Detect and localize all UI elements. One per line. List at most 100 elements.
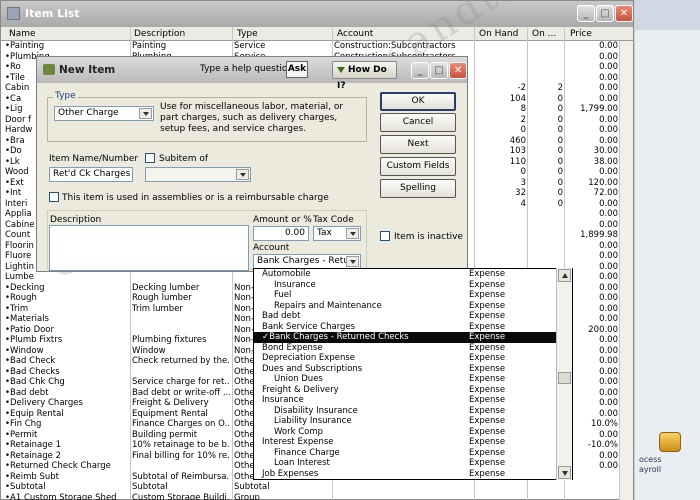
column-header-account[interactable]: Account	[337, 29, 373, 39]
account-option[interactable]: Interest Expense Expense	[254, 437, 572, 448]
table-cell-name: •Patio Door	[5, 324, 55, 335]
help-question-label: Type a help question	[200, 64, 294, 74]
table-cell-price: 38.00	[593, 156, 618, 167]
type-select[interactable]: Other Charge	[54, 106, 154, 121]
account-option-name: Bad debt	[262, 311, 301, 321]
account-option[interactable]: Freight & Delivery Expense	[254, 385, 572, 396]
assembly-checkbox[interactable]	[49, 192, 59, 202]
column-header-on-hand[interactable]: On Hand	[479, 29, 518, 39]
subitem-label: Subitem of	[159, 154, 208, 164]
account-option-name: Union Dues	[274, 374, 323, 384]
spelling-button[interactable]: Spelling	[380, 179, 456, 198]
table-cell-price: 1,799.00	[580, 104, 618, 114]
account-option[interactable]: Job Expenses Expense	[254, 469, 572, 480]
table-row[interactable]: •Subtotal Subtotal Subtotal	[1, 482, 633, 493]
table-cell-type: Service	[234, 41, 266, 51]
ok-button[interactable]: OK	[380, 92, 456, 111]
close-icon[interactable]: ✕	[615, 5, 633, 22]
dialog-close-icon[interactable]: ✕	[449, 62, 467, 79]
minimize-icon[interactable]: _	[577, 5, 595, 22]
amount-label: Amount or %	[253, 215, 312, 225]
account-select[interactable]: Bank Charges - Return	[253, 254, 361, 269]
column-header-price[interactable]: Price	[570, 29, 592, 39]
account-option[interactable]: Loan Interest Expense	[254, 458, 572, 469]
account-option[interactable]: Bad debt Expense	[254, 311, 572, 322]
account-option-type: Expense	[469, 384, 506, 395]
account-option[interactable]: Fuel Expense	[254, 290, 572, 301]
ask-button[interactable]: Ask	[286, 61, 308, 78]
account-option[interactable]: Insurance Expense	[254, 280, 572, 291]
account-option[interactable]: Union Dues Expense	[254, 374, 572, 385]
table-cell-ord: 0	[557, 156, 563, 167]
chevron-down-icon	[236, 169, 249, 180]
table-cell-price: 0.00	[599, 261, 618, 272]
table-cell-price: 0.00	[599, 335, 618, 345]
table-cell-price: 0.00	[599, 272, 618, 282]
cancel-button[interactable]: Cancel	[380, 113, 456, 132]
account-option[interactable]: Liability Insurance Expense	[254, 416, 572, 427]
column-header-type[interactable]: Type	[237, 29, 258, 39]
table-cell-name: •Decking	[5, 282, 45, 293]
custom-fields-button[interactable]: Custom Fields	[380, 157, 456, 176]
scroll-down-icon[interactable]	[558, 466, 571, 479]
table-cell-name: •A1 Custom Storage Shed	[5, 492, 117, 500]
tax-code-label: Tax Code	[313, 215, 354, 225]
subitem-select[interactable]	[145, 167, 251, 182]
account-option-name: Finance Charge	[274, 447, 340, 458]
table-cell-desc: Custom Storage Buildi...	[132, 492, 230, 500]
table-cell-ord: 0	[557, 93, 563, 104]
payroll-icon[interactable]	[659, 432, 681, 452]
table-cell-price: 0.00	[599, 293, 618, 303]
column-header-on-order[interactable]: On ...	[532, 29, 556, 39]
scroll-thumb[interactable]	[558, 372, 571, 384]
table-cell-hand: -2	[517, 83, 526, 93]
subitem-checkbox[interactable]	[145, 153, 155, 163]
item-list-scrollbar[interactable]	[619, 41, 633, 500]
table-row[interactable]: •Painting Painting Service Construction:Sub…	[1, 41, 633, 52]
dialog-minimize-icon[interactable]: _	[411, 62, 429, 79]
column-header-name[interactable]: Name	[9, 29, 36, 39]
tax-code-select[interactable]: Tax	[313, 226, 361, 241]
account-option-name: Job Expenses	[262, 468, 319, 479]
table-cell-desc: Subtotal of Reimbursa...	[132, 471, 230, 482]
scroll-up-icon[interactable]	[558, 269, 571, 282]
account-option-name: Interest Expense	[262, 437, 334, 447]
account-option[interactable]: Depreciation Expense Expense	[254, 353, 572, 364]
table-cell-desc: Decking lumber	[132, 282, 200, 293]
account-option[interactable]: Dues and Subscriptions Expense	[254, 364, 572, 375]
payroll-label[interactable]: ocess ayroll	[639, 455, 699, 475]
account-option[interactable]: Disability Insurance Expense	[254, 406, 572, 417]
account-option[interactable]: Bond Expense Expense	[254, 343, 572, 354]
account-option[interactable]: Repairs and Maintenance Expense	[254, 301, 572, 312]
account-option[interactable]: Bank Service Charges Expense	[254, 322, 572, 333]
item-name-input[interactable]: Ret'd Ck Charges	[49, 167, 133, 182]
item-list-title-bar[interactable]: Item List _ □ ✕	[1, 1, 633, 27]
account-option-name: Automobile	[262, 269, 311, 279]
type-help-text: Use for miscellaneous labor, material, o…	[160, 102, 344, 134]
item-inactive-checkbox[interactable]	[380, 231, 390, 241]
account-option[interactable]: ✓Bank Charges - Returned Checks Expense	[254, 332, 572, 343]
account-option[interactable]: Work Comp Expense	[254, 427, 572, 438]
amount-input[interactable]: 0.00	[253, 226, 309, 241]
how-do-i-button[interactable]: How Do I?	[332, 61, 397, 91]
dialog-maximize-icon[interactable]: □	[430, 62, 448, 79]
table-cell-price: 0.00	[599, 41, 618, 51]
account-dropdown-scrollbar[interactable]	[556, 268, 572, 480]
table-cell-price: 10.0%	[590, 419, 618, 429]
table-cell-desc: Final billing for 10% re...	[132, 450, 230, 461]
table-cell-price: 0.00	[599, 366, 618, 377]
table-cell-hand: 104	[509, 93, 526, 104]
new-item-title-bar[interactable]: New Item Type a help question Ask How Do…	[37, 57, 467, 91]
account-option[interactable]: Finance Charge Expense	[254, 448, 572, 459]
account-option[interactable]: Insurance Expense	[254, 395, 572, 406]
column-header: Name Description Type Account On Hand On…	[1, 27, 633, 41]
table-row[interactable]: •A1 Custom Storage Shed Custom Storage Bu…	[1, 493, 633, 500]
description-textarea[interactable]	[49, 225, 249, 271]
column-header-description[interactable]: Description	[134, 29, 185, 39]
account-option[interactable]: Automobile Expense	[254, 269, 572, 280]
maximize-icon[interactable]: □	[596, 5, 614, 22]
type-group-label: Type	[53, 91, 78, 101]
table-cell-hand: 0	[520, 167, 526, 177]
item-inactive-label: Item is inactive	[394, 232, 463, 242]
next-button[interactable]: Next	[380, 135, 456, 154]
